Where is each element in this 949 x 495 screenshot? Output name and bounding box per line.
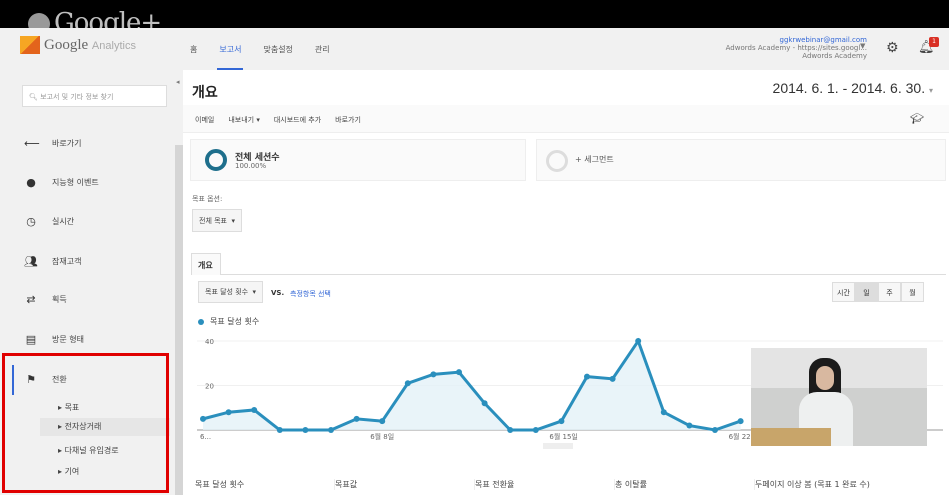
- data-point[interactable]: [532, 427, 539, 433]
- data-point[interactable]: [328, 427, 334, 433]
- granularity-toggle: 시간 일 주 월: [832, 282, 924, 302]
- data-point[interactable]: [276, 427, 283, 433]
- page-title: 개요: [192, 85, 218, 101]
- y-tick-label: 20: [205, 383, 214, 391]
- chart-resize-handle[interactable]: [543, 443, 573, 449]
- data-point[interactable]: [404, 380, 411, 387]
- x-tick-label: 6월 15일: [549, 432, 577, 441]
- sidebar-item-behavior[interactable]: ▤ 방문 형태: [24, 333, 84, 346]
- sidebar-item-realtime[interactable]: ◷ 실시간: [24, 215, 74, 228]
- webcam-video-overlay: [751, 348, 927, 446]
- metric-dropdown[interactable]: 목표 달성 횟수 ▾: [198, 281, 264, 303]
- report-search-input[interactable]: 🔍︎ 보고서 및 기타 정보 찾기: [22, 85, 167, 107]
- analytics-logo-icon: [20, 36, 40, 54]
- data-point[interactable]: [609, 375, 616, 382]
- granularity-hour[interactable]: 시간: [832, 282, 855, 302]
- tab-overview[interactable]: 개요: [191, 253, 221, 275]
- x-tick-label: 6...: [200, 433, 211, 441]
- export-button[interactable]: 내보내기 ▾: [228, 115, 260, 125]
- notification-badge: 1: [929, 37, 939, 47]
- data-point[interactable]: [635, 338, 642, 344]
- person-face: [816, 366, 834, 390]
- data-point[interactable]: [456, 369, 462, 376]
- nav-customization[interactable]: 맞춤설정: [263, 44, 292, 55]
- collapse-sidebar-icon[interactable]: ◂: [176, 78, 180, 86]
- granularity-week[interactable]: 주: [878, 282, 901, 302]
- data-point[interactable]: [660, 409, 667, 416]
- sidebar-scrollbar[interactable]: [175, 145, 183, 495]
- graduation-cap-icon[interactable]: 🎓︎: [910, 112, 924, 125]
- lightbulb-icon: ●: [26, 176, 36, 189]
- data-point[interactable]: [737, 418, 744, 425]
- data-point[interactable]: [584, 373, 590, 380]
- data-point[interactable]: [353, 415, 360, 422]
- logo[interactable]: Google Analytics: [20, 36, 136, 54]
- sidebar-item-acquisition[interactable]: ⇄ 획득: [24, 293, 66, 306]
- data-point[interactable]: [200, 415, 206, 422]
- y-tick-label: 40: [205, 338, 214, 346]
- data-point[interactable]: [686, 422, 693, 429]
- layout-icon: ▤: [25, 333, 37, 346]
- select-metric-link[interactable]: 측정항목 선택: [290, 289, 331, 299]
- granularity-day[interactable]: 일: [855, 282, 878, 302]
- data-point[interactable]: [302, 427, 309, 433]
- account-caret-icon[interactable]: ▼: [860, 42, 865, 50]
- sidebar-item-shortcuts[interactable]: ⟵ 바로가기: [24, 137, 81, 150]
- email-button[interactable]: 이메일: [195, 115, 214, 125]
- data-point[interactable]: [507, 427, 514, 433]
- empty-segment-ring-icon: [546, 150, 568, 172]
- granularity-month[interactable]: 월: [901, 282, 924, 302]
- data-point[interactable]: [225, 409, 232, 416]
- sidebar-item-audience[interactable]: 👥︎ 잠재고객: [24, 255, 81, 268]
- clock-icon: ◷: [26, 215, 36, 228]
- arrows-icon: ⇄: [26, 293, 36, 306]
- nav-reports[interactable]: 보고서: [217, 44, 244, 70]
- podium: [751, 428, 831, 446]
- date-range-picker[interactable]: 2014. 6. 1. - 2014. 6. 30. ▾: [773, 80, 933, 96]
- add-to-dashboard-button[interactable]: 대시보드에 추가: [274, 115, 321, 125]
- people-icon: 👥︎: [24, 255, 38, 268]
- data-point[interactable]: [712, 427, 718, 433]
- nav-home[interactable]: 홈: [190, 44, 197, 55]
- data-point[interactable]: [430, 371, 437, 378]
- shortcut-button[interactable]: 바로가기: [335, 115, 361, 125]
- arrow-left-icon: ⟵: [24, 137, 40, 150]
- x-tick-label: 6월 8일: [370, 432, 394, 441]
- report-actions: 이메일 내보내기 ▾ 대시보드에 추가 바로가기: [195, 115, 361, 125]
- nav-admin[interactable]: 관리: [315, 44, 330, 55]
- gear-icon[interactable]: ⚙: [886, 40, 899, 56]
- tab-divider: [221, 274, 946, 275]
- data-point[interactable]: [379, 418, 386, 425]
- data-point[interactable]: [481, 400, 488, 407]
- data-point[interactable]: [558, 418, 565, 425]
- metric-summary-headers: 목표 달성 횟수 목표값 목표 전환율 총 이탈률 두페이지 이상 봄 (목표 …: [195, 479, 870, 490]
- highlight-annotation-box: [2, 353, 169, 493]
- sidebar-item-intelligence[interactable]: ● 지능형 이벤트: [24, 176, 99, 189]
- data-point[interactable]: [251, 406, 258, 413]
- top-nav: 홈 보고서 맞춤설정 관리: [190, 44, 330, 70]
- add-segment-button[interactable]: + 세그먼트: [575, 154, 614, 165]
- goal-option-dropdown[interactable]: 전체 목표 ▾: [192, 209, 242, 232]
- account-selector[interactable]: ggkrwebinar@gmail.com Adwords Academy - …: [726, 36, 867, 60]
- segment-ring-icon: [205, 149, 227, 171]
